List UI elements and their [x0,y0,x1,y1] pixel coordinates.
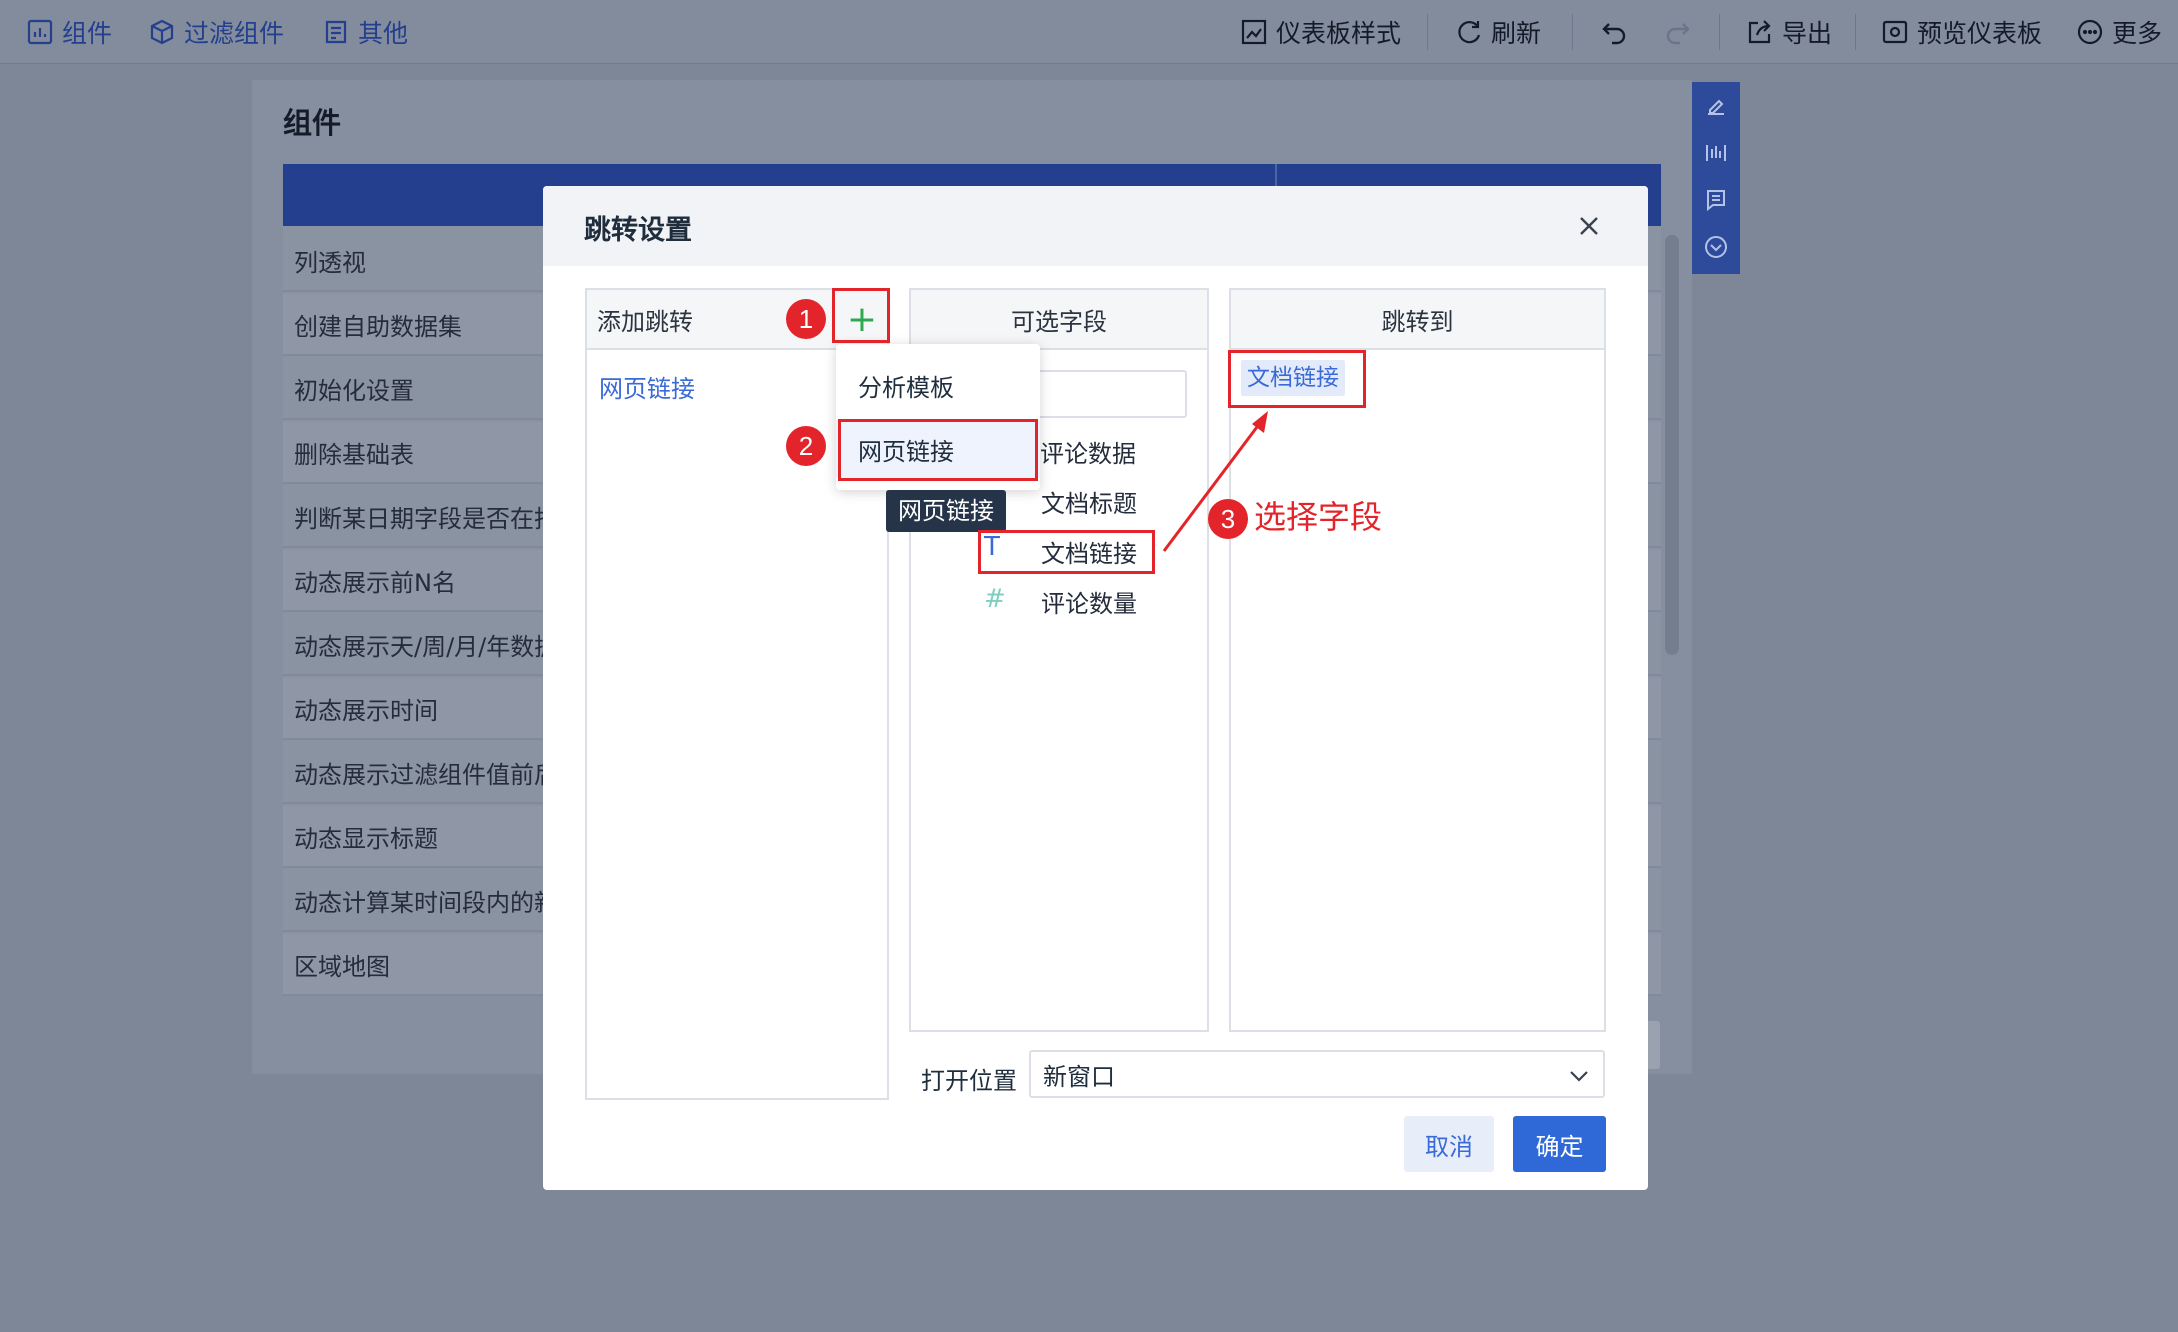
other-menu-label: 其他 [358,19,409,48]
jump-to-header: 跳转到 [1231,290,1604,350]
open-position-select[interactable]: 新窗口 [1029,1050,1605,1098]
chart-bars-icon[interactable] [1704,141,1728,165]
chevron-down-circle-icon[interactable] [1704,235,1728,259]
refresh-label: 刷新 [1491,19,1542,48]
dashboard-style-icon [1241,19,1267,45]
step-badge-1: 1 [786,299,826,339]
more-icon [2077,19,2103,45]
comment-icon[interactable] [1704,188,1728,212]
panel-scrollbar[interactable] [1665,235,1679,655]
field-item[interactable]: 文档标题 [1041,484,1137,519]
refresh-button[interactable]: 刷新 [1455,0,1541,64]
chevron-down-icon [1570,1071,1588,1082]
preview-icon [1882,20,1908,44]
filter-component-icon [150,19,174,45]
annotation-arrow [1162,411,1268,552]
add-jump-header-label: 添加跳转 [597,307,693,336]
component-menu-label: 组件 [62,19,113,48]
annotation-box-web-link [838,419,1038,481]
toolbar-divider [1572,14,1573,50]
refresh-icon [1458,21,1481,44]
dialog-header [543,186,1648,266]
chart-component-icon [27,19,53,45]
dropdown-item-analysis-template[interactable]: 分析模板 [836,356,1040,414]
jump-list-item[interactable]: 网页链接 [599,369,695,404]
toolbar-divider [1427,14,1428,50]
dialog-title: 跳转设置 [584,215,692,246]
dashboard-style-button[interactable]: 仪表板样式 [1240,0,1401,64]
tooltip: 网页链接 [886,490,1006,532]
filter-component-menu[interactable]: 过滤组件 [148,0,284,64]
toolbar-divider [1855,14,1856,50]
close-icon[interactable] [1573,210,1605,242]
panel-title: 组件 [283,106,342,140]
export-label: 导出 [1782,19,1833,48]
annotation-box-target [1228,350,1366,408]
cancel-button[interactable]: 取消 [1404,1116,1494,1172]
edit-icon[interactable] [1704,94,1728,118]
export-icon [1748,20,1771,44]
filter-component-menu-label: 过滤组件 [184,19,285,48]
dashboard-style-label: 仪表板样式 [1276,19,1402,48]
confirm-button[interactable]: 确定 [1513,1116,1606,1172]
other-menu[interactable]: 其他 [322,0,408,64]
open-position-value: 新窗口 [1043,1062,1115,1091]
toolbar-divider [1719,14,1720,50]
more-label: 更多 [2112,19,2163,48]
export-button[interactable]: 导出 [1746,0,1832,64]
open-position-label: 打开位置 [921,1067,1017,1095]
more-button[interactable]: 更多 [2076,0,2162,64]
component-edit-toolbar [1692,82,1740,274]
other-icon [325,20,347,44]
preview-dashboard-button[interactable]: 预览仪表板 [1881,0,2042,64]
undo-button[interactable] [1600,0,1636,64]
jump-to-header-label: 跳转到 [1381,307,1454,336]
field-item[interactable]: 评论数量 [1041,584,1137,619]
preview-dashboard-label: 预览仪表板 [1917,19,2043,48]
redo-icon [1666,23,1690,45]
undo-icon [1602,23,1626,45]
redo-button[interactable] [1664,0,1700,64]
component-menu[interactable]: 组件 [26,0,112,64]
annotation-box-add [832,288,890,343]
annotation-box-doc-link [978,530,1155,574]
number-type-icon: # [984,584,1006,614]
fields-header-label: 可选字段 [1011,307,1107,336]
fields-header: 可选字段 [911,290,1207,350]
step-badge-2: 2 [786,426,826,466]
top-toolbar: 组件 过滤组件 其他 仪表板样式 刷新 导出 预览仪表板 更多 [0,0,2178,64]
field-item[interactable]: 评论数据 [1040,434,1136,469]
